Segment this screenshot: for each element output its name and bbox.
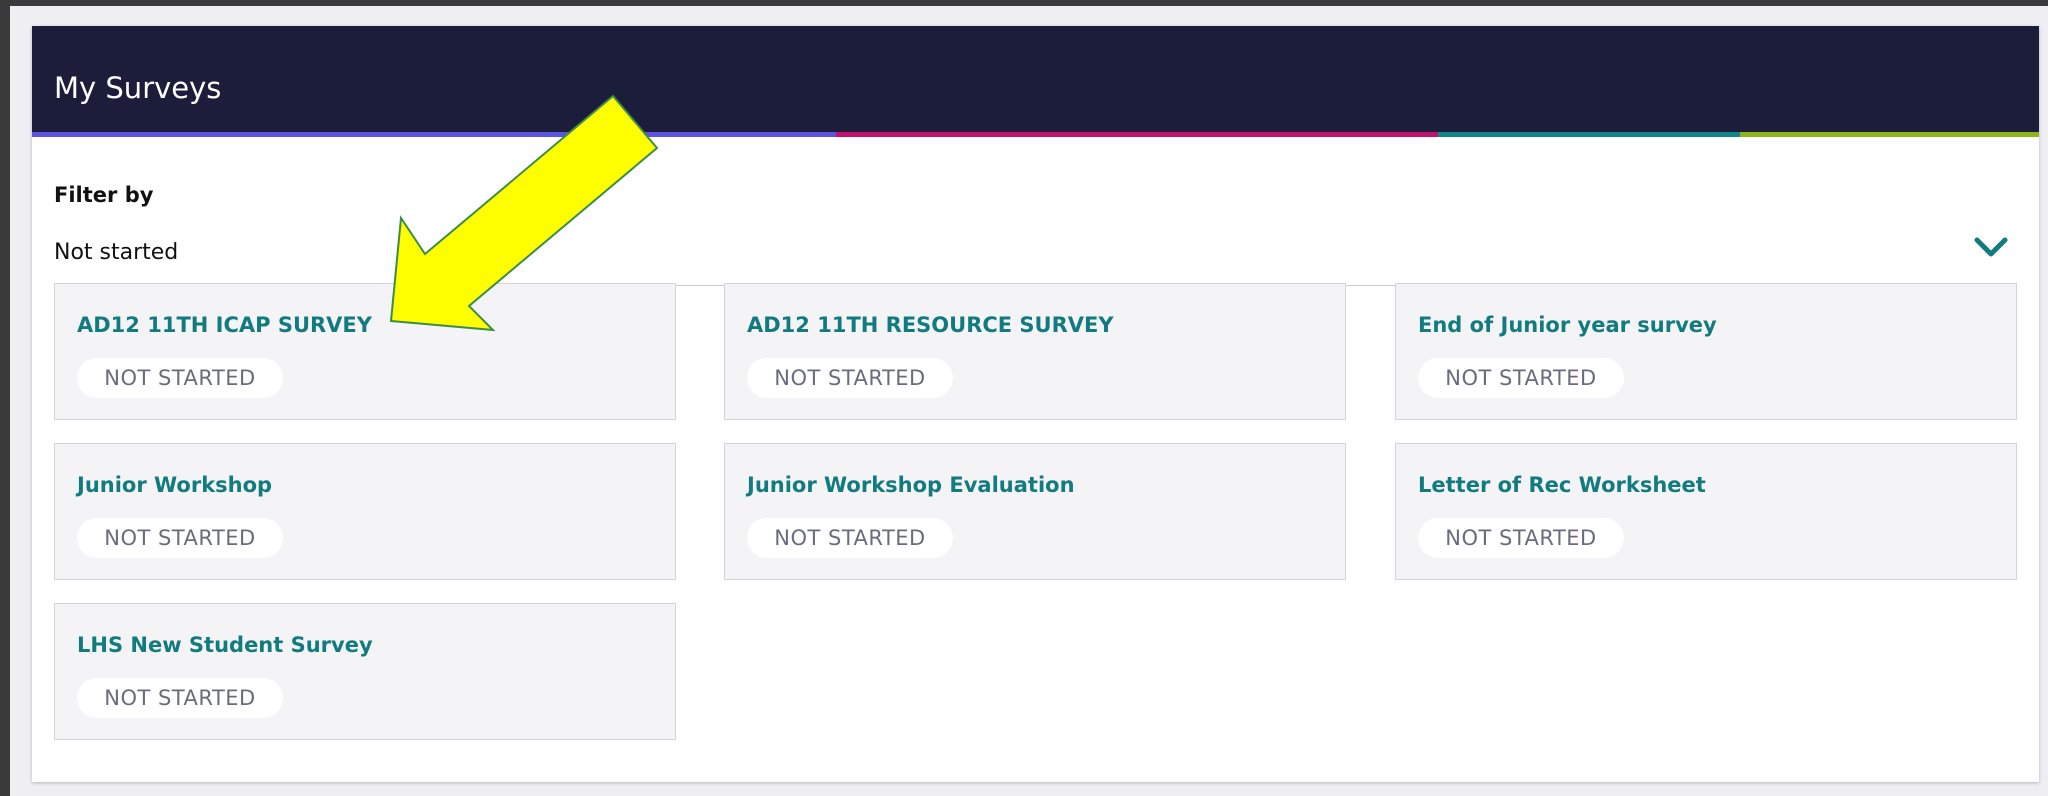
survey-card[interactable]: AD12 11TH ICAP SURVEY NOT STARTED: [54, 283, 676, 420]
accent-stripe-4: [1740, 132, 2039, 137]
survey-title[interactable]: Junior Workshop Evaluation: [747, 473, 1075, 497]
survey-card[interactable]: Junior Workshop Evaluation NOT STARTED: [724, 443, 1346, 580]
survey-title[interactable]: LHS New Student Survey: [77, 633, 373, 657]
survey-card[interactable]: End of Junior year survey NOT STARTED: [1395, 283, 2017, 420]
survey-title[interactable]: AD12 11TH RESOURCE SURVEY: [747, 313, 1114, 337]
survey-card[interactable]: Letter of Rec Worksheet NOT STARTED: [1395, 443, 2017, 580]
status-badge: NOT STARTED: [77, 518, 283, 558]
survey-title[interactable]: Junior Workshop: [77, 473, 272, 497]
status-badge: NOT STARTED: [1418, 518, 1624, 558]
status-badge: NOT STARTED: [77, 358, 283, 398]
chevron-down-icon[interactable]: [1973, 232, 2009, 264]
filter-selected-value: Not started: [54, 240, 179, 265]
status-badge: NOT STARTED: [77, 678, 283, 718]
status-badge: NOT STARTED: [1418, 358, 1624, 398]
filter-label: Filter by: [54, 183, 154, 207]
panel-header: My Surveys: [32, 26, 2039, 132]
accent-stripe-2: [836, 132, 1438, 137]
page-title: My Surveys: [54, 71, 222, 105]
survey-title[interactable]: End of Junior year survey: [1418, 313, 1717, 337]
accent-stripe-1: [32, 132, 836, 137]
my-surveys-panel: My Surveys Filter by Not started AD12 11…: [32, 26, 2039, 782]
survey-card[interactable]: AD12 11TH RESOURCE SURVEY NOT STARTED: [724, 283, 1346, 420]
status-badge: NOT STARTED: [747, 518, 953, 558]
survey-card[interactable]: LHS New Student Survey NOT STARTED: [54, 603, 676, 740]
filter-dropdown[interactable]: Not started: [54, 232, 2017, 286]
survey-card[interactable]: Junior Workshop NOT STARTED: [54, 443, 676, 580]
accent-stripe-3: [1438, 132, 1740, 137]
survey-title[interactable]: AD12 11TH ICAP SURVEY: [77, 313, 372, 337]
status-badge: NOT STARTED: [747, 358, 953, 398]
survey-title[interactable]: Letter of Rec Worksheet: [1418, 473, 1706, 497]
screenshot-frame: My Surveys Filter by Not started AD12 11…: [10, 6, 2048, 796]
